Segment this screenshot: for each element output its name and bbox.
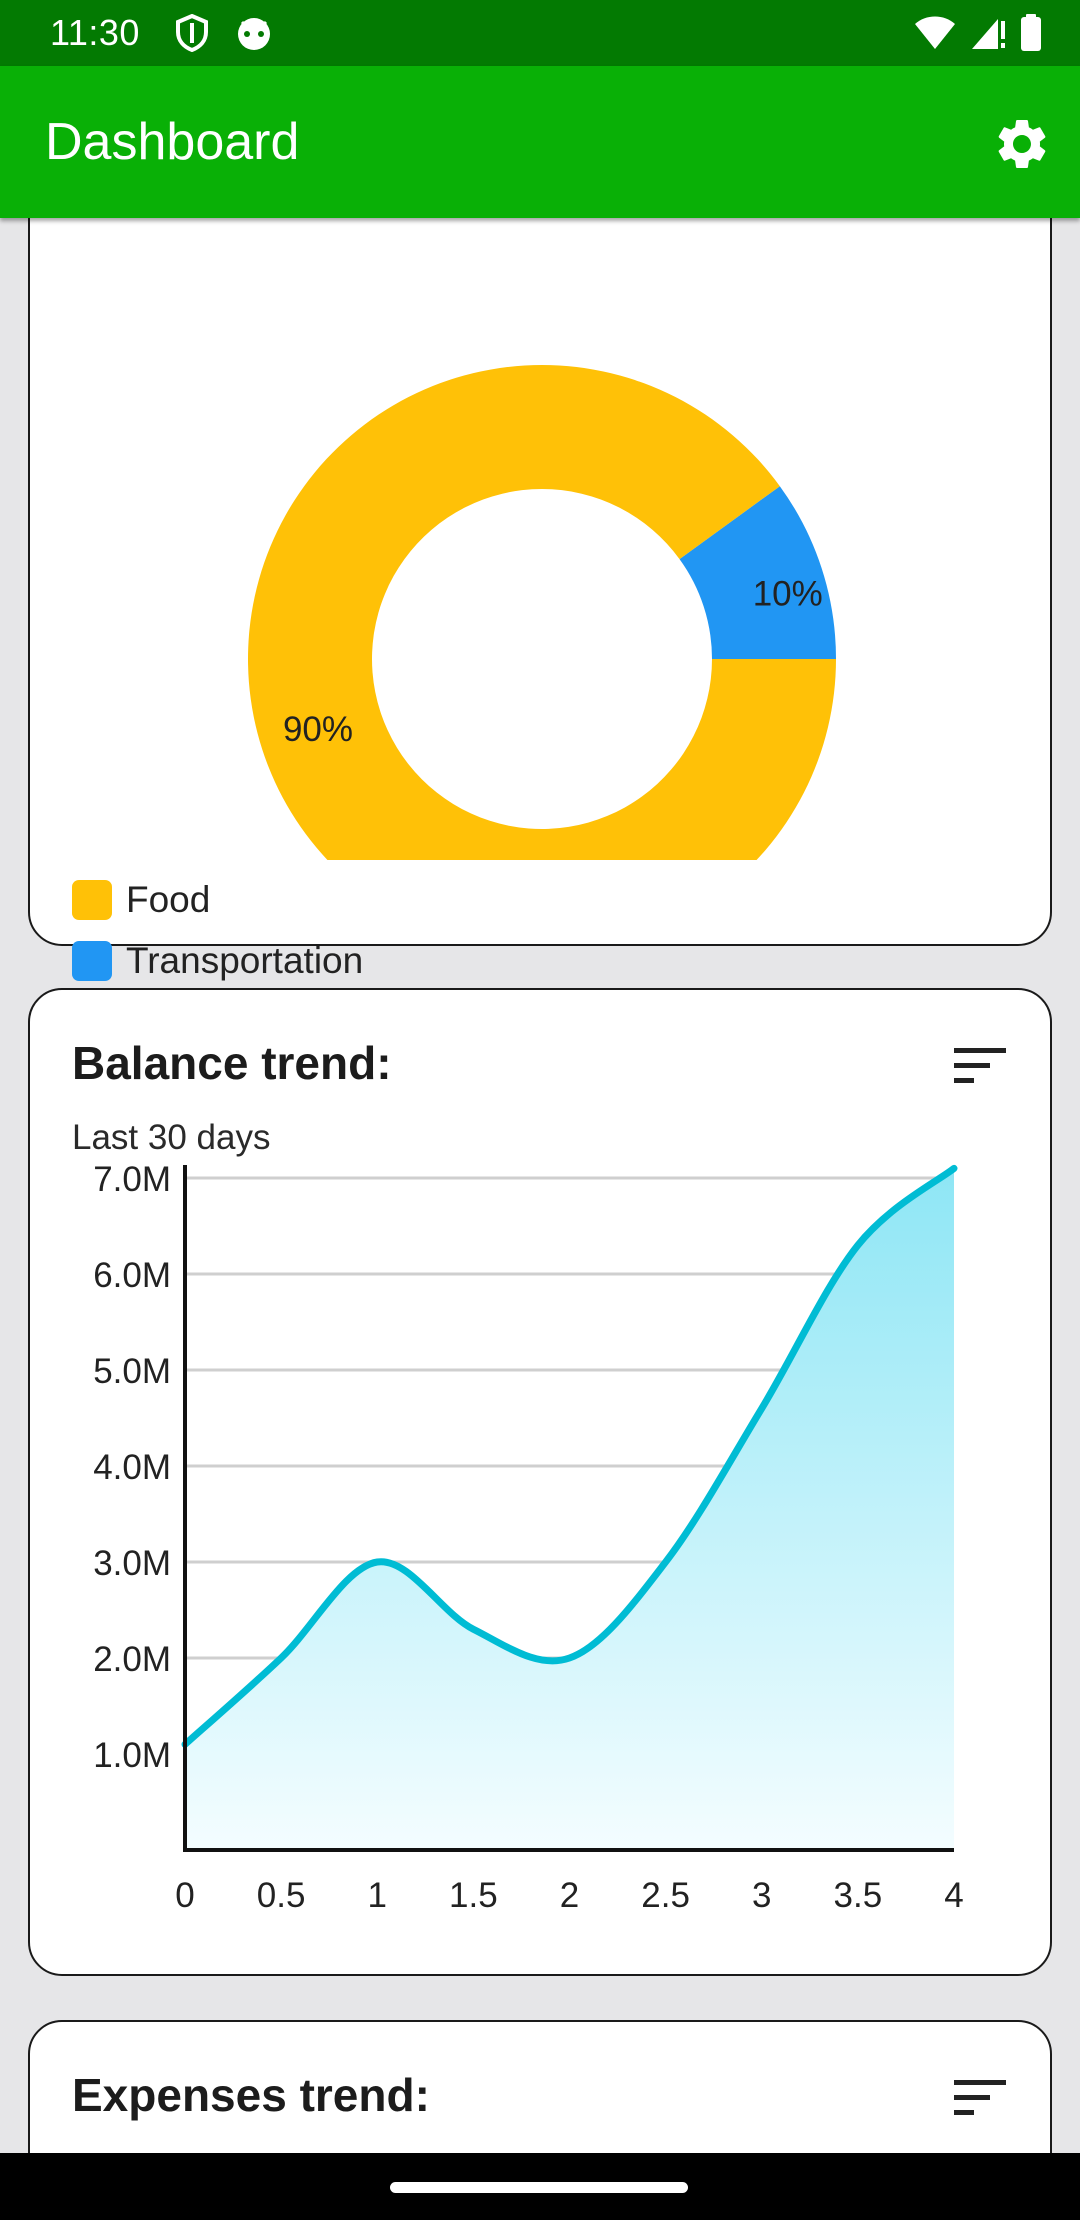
dashboard-scroll[interactable]: 10% 90% Food Transportation Balance trend… [0,218,1080,2153]
y-tick-label: 7.0M [93,1160,171,1199]
x-tick-label: 2.5 [641,1876,690,1915]
app-bar: Dashboard [0,66,1080,218]
legend-label: Transportation [126,939,364,981]
wifi-icon [914,15,956,56]
settings-button[interactable] [992,114,1052,174]
sort-button[interactable] [952,2078,1008,2118]
pie-label-food: 90% [283,710,353,749]
home-handle[interactable] [390,2182,688,2193]
expenses-trend-card: Expenses trend: [28,2020,1052,2153]
y-tick-label: 5.0M [93,1352,171,1391]
x-tick-label: 3 [752,1876,771,1915]
x-tick-label: 0.5 [257,1876,306,1915]
y-tick-label: 1.0M [93,1736,171,1775]
legend-label: Food [126,878,211,920]
sort-icon [954,2080,1006,2115]
gear-icon [998,119,1046,168]
expenses-structure-card: 10% 90% Food Transportation [28,218,1052,981]
battery-icon [1020,14,1042,57]
x-tick-label: 2 [560,1876,579,1915]
navigation-bar [0,2153,1080,2220]
signal-icon [970,15,1006,56]
legend-item-transportation: Transportation [72,930,363,991]
legend-swatch [72,879,112,920]
chart-legend: Food Transportation [72,869,363,991]
donut-chart: 10% 90% [248,365,836,860]
y-tick-label: 2.0M [93,1640,171,1679]
balance-area-chart: 1.0M 2.0M 3.0M 4.0M 5.0M 6.0M 7.0M 0 0.5 1 1.5 2 2.5… [93,1160,964,1915]
pie-label-transportation: 10% [753,575,823,614]
x-tick-label: 4 [944,1876,963,1915]
balance-trend-card: Balance trend: Last 30 days 1.0M 2.0M 3.0M… [28,988,1052,1976]
y-tick-label: 4.0M [93,1448,171,1487]
y-tick-label: 3.0M [93,1544,171,1583]
y-tick-label: 6.0M [93,1256,171,1295]
x-tick-label: 3.5 [834,1876,883,1915]
x-tick-label: 1.5 [449,1876,498,1915]
page-title: Dashboard [45,113,300,171]
x-tick-label: 0 [175,1876,194,1915]
card-title: Expenses trend: [72,2069,430,2121]
legend-swatch [72,940,112,981]
status-bar: 11:30 [0,0,1080,66]
status-time: 11:30 [50,12,140,53]
legend-item-food: Food [72,869,363,930]
x-tick-label: 1 [368,1876,387,1915]
android-icon [234,14,274,57]
shield-icon [175,13,209,57]
